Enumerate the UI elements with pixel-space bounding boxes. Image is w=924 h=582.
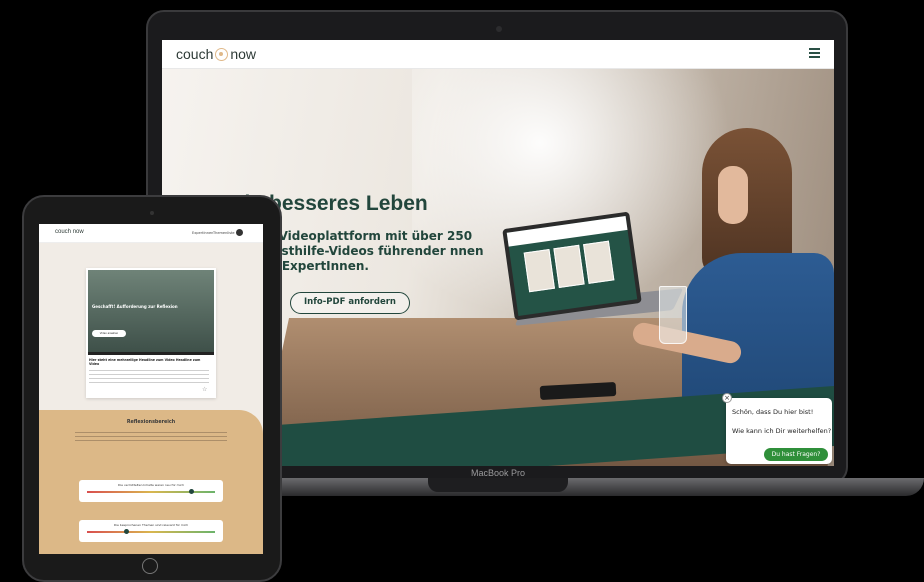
info-pdf-button[interactable]: Info-PDF anfordern: [290, 292, 410, 314]
home-button[interactable]: [142, 558, 158, 574]
video-description: [89, 370, 209, 386]
ipad-header: couch now ExpertInnen Themenliste: [39, 224, 263, 243]
logo-text-right: now: [72, 229, 84, 235]
hamburger-menu-icon[interactable]: [809, 48, 820, 58]
camera-icon: [150, 211, 154, 215]
woman-face: [718, 166, 748, 224]
video-card-title: Hier steht eine mehrzeilige Headline zum…: [89, 358, 201, 366]
chat-question: Wie kann ich Dir weiterhelfen?: [732, 427, 832, 435]
chat-questions-button[interactable]: Du hast Fragen?: [764, 448, 828, 461]
nav-topics[interactable]: Themenliste: [213, 231, 235, 235]
macbook-label: MacBook Pro: [470, 468, 526, 478]
slider-label: Die besprochenen Themen sind relevant fü…: [113, 523, 189, 527]
logo-text-left: couch: [55, 229, 72, 235]
slider-card: Die besprochenen Themen sind relevant fü…: [79, 520, 223, 542]
site-header: couch now: [162, 40, 834, 69]
logo-icon: [215, 47, 229, 61]
logo-text-right: now: [230, 46, 257, 62]
watch-video-button[interactable]: Video ansehen: [92, 330, 126, 337]
star-icon[interactable]: ☆: [202, 386, 207, 393]
reflection-title: Reflexionsbereich: [126, 420, 176, 425]
slider-label: Die vermittelten Inhalte waren neu für m…: [118, 483, 184, 487]
slider-track[interactable]: [87, 531, 215, 533]
laptop-in-photo: [502, 211, 642, 321]
site-logo[interactable]: couch now: [176, 46, 256, 62]
logo-text-left: couch: [176, 46, 214, 62]
water-glass: [659, 286, 687, 344]
camera-icon: [496, 26, 502, 32]
hero-subtitle: nte Videoplattform mit über 250 Selbsthi…: [252, 229, 484, 273]
ipad-logo[interactable]: couch now: [55, 229, 84, 235]
chat-greeting: Schön, dass Du hier bist!: [732, 408, 814, 416]
slider-card: Die vermittelten Inhalte waren neu für m…: [79, 480, 223, 502]
close-icon[interactable]: ×: [722, 393, 732, 403]
slider-track[interactable]: [87, 491, 215, 493]
macbook-notch: [428, 478, 568, 492]
reflection-description: [75, 432, 227, 444]
video-progress-bar[interactable]: [88, 352, 214, 355]
slider-knob[interactable]: [124, 529, 129, 534]
expert-card: [523, 248, 555, 293]
ipad-screen: couch now ExpertInnen Themenliste Gescha…: [39, 224, 263, 554]
expert-card: [583, 240, 615, 284]
slider-knob[interactable]: [189, 489, 194, 494]
user-icon[interactable]: [236, 229, 243, 236]
nav-experts[interactable]: ExpertInnen: [192, 231, 213, 235]
video-player[interactable]: [88, 270, 214, 354]
expert-card: [553, 244, 585, 289]
video-title: Geschafft! Aufforderung zur Reflexion: [92, 304, 178, 309]
